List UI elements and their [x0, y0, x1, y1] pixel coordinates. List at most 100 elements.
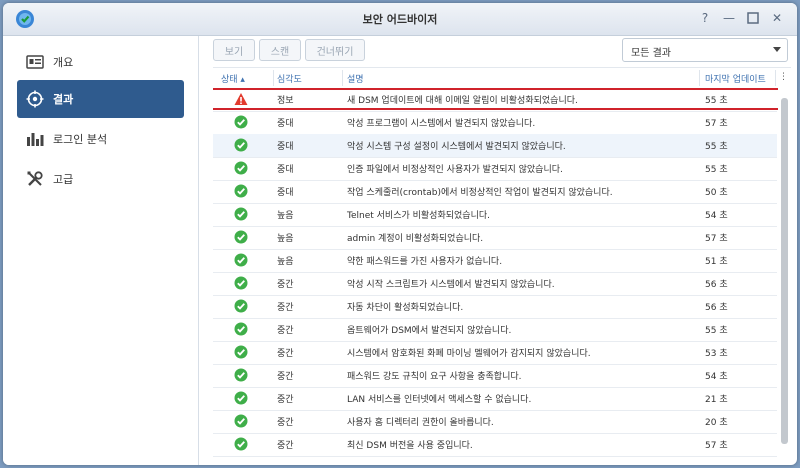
- description-cell: 최신 DSM 버전을 사용 중입니다.: [347, 441, 473, 451]
- check-circle-icon: [234, 322, 248, 336]
- check-circle-icon: [234, 414, 248, 428]
- window-title: 보안 어드바이저: [362, 13, 438, 26]
- table-row[interactable]: 높음 약한 패스워드를 가진 사용자가 없습니다. 51 초: [213, 249, 777, 273]
- description-cell: 옵트웨어가 DSM에서 발견되지 않았습니다.: [347, 326, 512, 336]
- last-update-cell: 51 초: [705, 257, 728, 267]
- last-update-cell: 55 초: [705, 142, 728, 152]
- table-row[interactable]: 중간 패스워드 강도 규칙이 요구 사항을 충족합니다. 54 초: [213, 364, 777, 388]
- target-icon: [25, 89, 45, 109]
- table-row[interactable]: 중대 악성 프로그램이 시스템에서 발견되지 않았습니다. 57 초: [213, 111, 777, 135]
- table-row[interactable]: 중간 옵트웨어가 DSM에서 발견되지 않았습니다. 55 초: [213, 318, 777, 342]
- overview-card-icon: [25, 52, 45, 72]
- last-update-cell: 21 초: [705, 395, 728, 405]
- maximize-icon[interactable]: [745, 10, 761, 26]
- sidebar-item-label: 고급: [53, 173, 74, 186]
- description-cell: Telnet 서비스가 비활성화되었습니다.: [347, 211, 490, 221]
- column-header-status[interactable]: 상태 ▴: [221, 72, 245, 85]
- last-update-cell: 55 초: [705, 96, 728, 106]
- sidebar-item-label: 개요: [53, 56, 74, 69]
- results-filter-select[interactable]: 모든 결과: [622, 38, 788, 62]
- table-row[interactable]: 중간 최신 DSM 버전을 사용 중입니다. 57 초: [213, 433, 777, 457]
- last-update-cell: 57 초: [705, 441, 728, 451]
- tools-icon: [25, 169, 45, 189]
- table-row[interactable]: 중간 자동 차단이 활성화되었습니다. 56 초: [213, 295, 777, 319]
- check-circle-icon: [234, 437, 248, 451]
- view-button[interactable]: 보기: [213, 39, 255, 61]
- description-cell: 사용자 홈 디렉터리 권한이 올바릅니다.: [347, 418, 494, 428]
- severity-cell: 중간: [277, 280, 294, 290]
- severity-cell: 중간: [277, 441, 294, 451]
- last-update-cell: 56 초: [705, 280, 728, 290]
- scan-button[interactable]: 스캔: [259, 39, 301, 61]
- table-row[interactable]: 높음 Telnet 서비스가 비활성화되었습니다. 54 초: [213, 203, 777, 227]
- last-update-cell: 57 초: [705, 119, 728, 129]
- check-circle-icon: [234, 207, 248, 221]
- severity-cell: 높음: [277, 211, 294, 221]
- help-icon[interactable]: ?: [697, 10, 713, 26]
- sidebar-item-advanced[interactable]: 고급: [17, 160, 184, 198]
- check-circle-icon: [234, 230, 248, 244]
- severity-cell: 중대: [277, 188, 294, 198]
- check-circle-icon: [234, 391, 248, 405]
- last-update-cell: 53 초: [705, 349, 728, 359]
- warning-icon: [234, 93, 248, 105]
- description-cell: 새 DSM 업데이트에 대해 이메일 알림이 비활성화되었습니다.: [347, 96, 578, 106]
- table-row[interactable]: 중대 악성 시스템 구성 설정이 시스템에서 발견되지 않았습니다. 55 초: [213, 134, 777, 158]
- check-circle-icon: [234, 253, 248, 267]
- security-advisor-window: 보안 어드바이저 ? — ✕ 개요 결과 로그인 분석 고급 보기 스캔 건너뛰…: [3, 3, 797, 465]
- check-circle-icon: [234, 115, 248, 129]
- description-cell: 약한 패스워드를 가진 사용자가 없습니다.: [347, 257, 503, 267]
- sidebar: 개요 결과 로그인 분석 고급: [3, 36, 199, 465]
- sidebar-item-overview[interactable]: 개요: [17, 43, 184, 81]
- table-row[interactable]: 정보 새 DSM 업데이트에 대해 이메일 알림이 비활성화되었습니다. 55 초: [213, 88, 777, 112]
- table-row[interactable]: 중대 인증 파일에서 비정상적인 사용자가 발견되지 않았습니다. 55 초: [213, 157, 777, 181]
- description-cell: 인증 파일에서 비정상적인 사용자가 발견되지 않았습니다.: [347, 165, 563, 175]
- severity-cell: 높음: [277, 234, 294, 244]
- check-circle-icon: [234, 345, 248, 359]
- last-update-cell: 55 초: [705, 326, 728, 336]
- check-circle-icon: [234, 184, 248, 198]
- last-update-cell: 54 초: [705, 211, 728, 221]
- severity-cell: 중간: [277, 395, 294, 405]
- description-cell: 패스워드 강도 규칙이 요구 사항을 충족합니다.: [347, 372, 522, 382]
- sidebar-item-results[interactable]: 결과: [17, 80, 184, 118]
- check-circle-icon: [234, 299, 248, 313]
- results-panel: 보기 스캔 건너뛰기 모든 결과 상태 ▴ 심각도 설명 마지막 업데이트 ⋮ …: [199, 36, 797, 465]
- table-row[interactable]: 중간 사용자 홈 디렉터리 권한이 올바릅니다. 20 초: [213, 410, 777, 434]
- scrollbar-thumb[interactable]: [781, 98, 788, 444]
- check-circle-icon: [234, 368, 248, 382]
- severity-cell: 중간: [277, 326, 294, 336]
- table-row[interactable]: 중간 LAN 서비스를 인터넷에서 액세스할 수 없습니다. 21 초: [213, 387, 777, 411]
- severity-cell: 높음: [277, 257, 294, 267]
- scrollbar[interactable]: [778, 88, 791, 465]
- close-icon[interactable]: ✕: [769, 10, 785, 26]
- table-row[interactable]: 중대 작업 스케줄러(crontab)에서 비정상적인 작업이 발견되지 않았습니…: [213, 180, 777, 204]
- column-header-severity[interactable]: 심각도: [277, 72, 302, 85]
- last-update-cell: 50 초: [705, 188, 728, 198]
- severity-cell: 중간: [277, 349, 294, 359]
- severity-cell: 중간: [277, 372, 294, 382]
- last-update-cell: 57 초: [705, 234, 728, 244]
- chevron-down-icon: [773, 47, 781, 52]
- check-circle-icon: [234, 138, 248, 152]
- column-header-description[interactable]: 설명: [347, 72, 364, 85]
- description-cell: 작업 스케줄러(crontab)에서 비정상적인 작업이 발견되지 않았습니다.: [347, 188, 613, 198]
- sidebar-item-label: 결과: [53, 93, 74, 106]
- filter-value: 모든 결과: [631, 48, 671, 59]
- skip-button[interactable]: 건너뛰기: [305, 39, 365, 61]
- severity-cell: 중간: [277, 418, 294, 428]
- sidebar-item-login-analysis[interactable]: 로그인 분석: [17, 120, 184, 158]
- results-table: 상태 ▴ 심각도 설명 마지막 업데이트 ⋮ 정보 새 DSM 업데이트에 대해 …: [213, 67, 791, 465]
- minimize-icon[interactable]: —: [721, 10, 737, 26]
- column-menu-icon[interactable]: ⋮: [779, 72, 788, 82]
- check-circle-icon: [234, 276, 248, 290]
- column-header-last-update[interactable]: 마지막 업데이트: [705, 72, 766, 85]
- table-row[interactable]: 중간 악성 시작 스크립트가 시스템에서 발견되지 않았습니다. 56 초: [213, 272, 777, 296]
- last-update-cell: 20 초: [705, 418, 728, 428]
- description-cell: admin 계정이 비활성화되었습니다.: [347, 234, 484, 244]
- title-bar[interactable]: 보안 어드바이저 ? — ✕: [3, 3, 797, 36]
- bar-chart-icon: [25, 129, 45, 149]
- table-row[interactable]: 높음 admin 계정이 비활성화되었습니다. 57 초: [213, 226, 777, 250]
- table-row[interactable]: 중간 시스템에서 암호화된 화폐 마이닝 멜웨어가 감지되지 않았습니다. 53 초: [213, 341, 777, 365]
- severity-cell: 정보: [277, 96, 294, 106]
